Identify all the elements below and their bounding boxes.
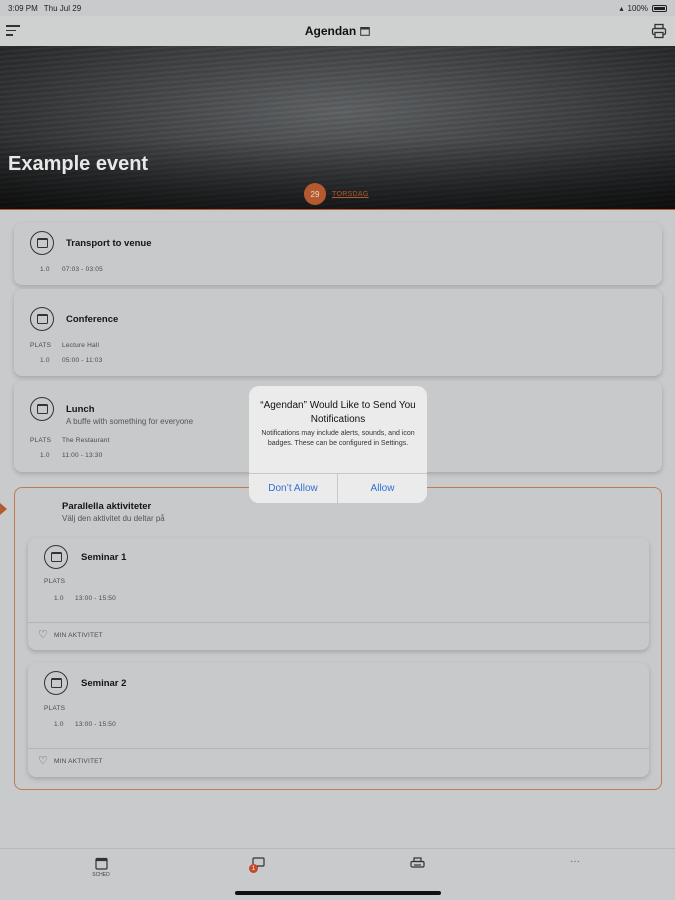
agenda-item-time: 07:03 - 03:05 — [62, 266, 103, 273]
session-index: 1.0 — [54, 721, 64, 728]
status-date: Thu Jul 29 — [43, 3, 82, 13]
calendar-icon — [94, 857, 108, 870]
session-title: Seminar 2 — [81, 678, 127, 689]
my-activity-button[interactable]: MIN AKTIVITET — [54, 758, 103, 765]
heart-icon[interactable]: ♡ — [38, 628, 48, 641]
agenda-item-subtitle: A buffe with something for everyone — [66, 417, 194, 426]
session-card-seminar-1[interactable]: Seminar 1 PLATS 1.0 13:00 - 15:50 ♡ MIN … — [28, 538, 649, 650]
event-hero-banner: Example event 29 TORSDAG — [0, 46, 675, 209]
agenda-item-title: Conference — [66, 314, 119, 325]
agenda-item-conference[interactable]: Conference PLATS Lecture Hall 1.0 05:00 … — [14, 289, 662, 376]
hero-divider — [0, 209, 675, 210]
notification-permission-dialog: “Agendan” Would Like to Send You Notific… — [249, 386, 427, 503]
place-label: PLATS — [30, 437, 52, 444]
divider — [28, 748, 649, 749]
agenda-item-time: 05:00 - 11:03 — [62, 357, 103, 364]
tab-schedule[interactable]: SCHED — [81, 857, 121, 878]
event-title: Example event — [8, 153, 149, 175]
parallel-title: Parallella aktiviteter — [62, 501, 152, 512]
place-label: PLATS — [30, 342, 52, 349]
calendar-icon — [360, 27, 370, 36]
navigation-bar: Agendan — [0, 16, 675, 46]
place-label: PLATS — [44, 578, 66, 585]
printer-icon — [409, 857, 425, 868]
calendar-icon — [44, 671, 68, 695]
app-title: Agendan — [305, 24, 370, 38]
agenda-item-index: 1.0 — [40, 266, 50, 273]
printer-icon[interactable] — [651, 23, 667, 39]
dont-allow-button[interactable]: Don’t Allow — [249, 473, 338, 503]
divider — [28, 622, 649, 623]
date-day-link[interactable]: TORSDAG — [332, 191, 369, 198]
status-time: 3:09 PM — [8, 3, 38, 13]
parallel-activities-group: Parallella aktiviteter Välj den aktivite… — [14, 487, 662, 790]
tab-messages[interactable]: 1 — [239, 857, 279, 873]
menu-icon[interactable] — [6, 25, 20, 36]
tab-schedule-label: SCHED — [92, 872, 110, 878]
agenda-item-time: 11:00 - 13:30 — [62, 452, 103, 459]
tab-print[interactable] — [397, 857, 437, 870]
my-activity-button[interactable]: MIN AKTIVITET — [54, 632, 103, 639]
allow-button[interactable]: Allow — [338, 473, 427, 503]
more-icon: ··· — [570, 856, 580, 867]
date-badge[interactable]: 29 — [304, 183, 326, 205]
tab-more[interactable]: ··· — [555, 857, 595, 867]
heart-icon[interactable]: ♡ — [38, 754, 48, 767]
session-card-seminar-2[interactable]: Seminar 2 PLATS 1.0 13:00 - 15:50 ♡ MIN … — [28, 663, 649, 777]
calendar-icon — [30, 307, 54, 331]
calendar-icon — [30, 397, 54, 421]
session-title: Seminar 1 — [81, 552, 127, 563]
notification-badge: 1 — [249, 864, 258, 873]
battery-icon — [652, 4, 667, 12]
agenda-item-title: Transport to venue — [66, 238, 152, 249]
home-indicator — [235, 891, 441, 895]
agenda-item-place: Lecture Hall — [62, 342, 100, 349]
session-time: 13:00 - 15:50 — [75, 595, 116, 602]
calendar-icon — [30, 231, 54, 255]
agenda-item-transport[interactable]: Transport to venue 1.0 07:03 - 03:05 — [14, 223, 662, 285]
agenda-item-title: Lunch — [66, 404, 95, 415]
agenda-item-index: 1.0 — [40, 357, 50, 364]
battery-percent: 100% — [627, 3, 648, 13]
agenda-item-index: 1.0 — [40, 452, 50, 459]
current-time-marker — [0, 503, 7, 515]
app-title-text: Agendan — [304, 24, 357, 38]
session-index: 1.0 — [54, 595, 64, 602]
place-label: PLATS — [44, 705, 66, 712]
dialog-title: “Agendan” Would Like to Send You Notific… — [260, 400, 416, 425]
wifi-icon: ▴ — [619, 3, 624, 13]
status-bar: 3:09 PM Thu Jul 29 ▴ 100% — [0, 0, 675, 16]
parallel-subtitle: Välj den aktivitet du deltar på — [62, 514, 165, 523]
dialog-message: Notifications may include alerts, sounds… — [261, 430, 415, 447]
status-right: ▴ 100% — [620, 4, 667, 13]
agenda-item-place: The Restaurant — [62, 437, 110, 444]
session-time: 13:00 - 15:50 — [75, 721, 116, 728]
calendar-icon — [44, 545, 68, 569]
